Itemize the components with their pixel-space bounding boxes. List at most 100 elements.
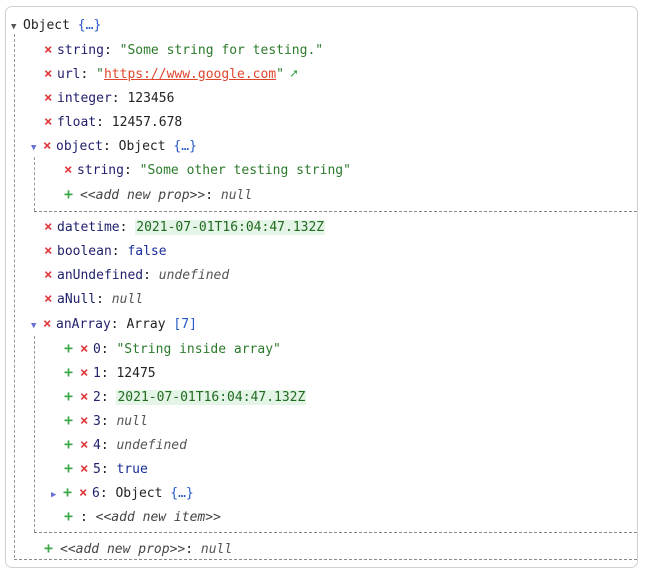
prop-key[interactable]: aNull bbox=[57, 292, 96, 307]
collapse-triangle-icon[interactable]: ▼ bbox=[31, 316, 43, 336]
delete-icon[interactable]: × bbox=[44, 241, 57, 261]
prop-value[interactable]: "Some string for testing." bbox=[120, 43, 324, 58]
prop-value[interactable]: false bbox=[127, 244, 166, 259]
add-icon[interactable]: + bbox=[64, 338, 80, 358]
prop-value[interactable]: undefined bbox=[159, 268, 229, 283]
array-item-row: + × 4: undefined bbox=[64, 434, 187, 455]
delete-icon[interactable]: × bbox=[80, 363, 93, 383]
root-type: Object bbox=[23, 18, 70, 33]
array-item-row: + × 3: null bbox=[64, 410, 148, 431]
add-icon[interactable]: + bbox=[64, 410, 80, 430]
url-link[interactable]: https://www.google.com bbox=[104, 67, 276, 82]
collapse-triangle-icon[interactable]: ▼ bbox=[11, 17, 23, 37]
delete-icon[interactable]: × bbox=[44, 112, 57, 132]
delete-icon[interactable]: × bbox=[80, 339, 93, 359]
delete-icon[interactable]: × bbox=[43, 136, 56, 156]
add-prop-label[interactable]: <<add new prop>> bbox=[60, 542, 185, 557]
delete-icon[interactable]: × bbox=[79, 483, 92, 503]
add-icon[interactable]: + bbox=[64, 184, 80, 204]
object-child-row: × string: "Some other testing string" bbox=[64, 160, 351, 180]
prop-value[interactable]: 2021-07-01T16:04:47.132Z bbox=[135, 220, 326, 235]
add-icon[interactable]: + bbox=[63, 482, 79, 502]
array-index: 1 bbox=[93, 366, 101, 381]
prop-key[interactable]: string bbox=[57, 43, 104, 58]
prop-key[interactable]: integer bbox=[57, 91, 112, 106]
collapse-triangle-icon[interactable]: ▼ bbox=[31, 138, 43, 158]
array-value[interactable]: 2021-07-01T16:04:47.132Z bbox=[116, 390, 307, 405]
delete-icon[interactable]: × bbox=[80, 387, 93, 407]
add-icon[interactable]: + bbox=[64, 362, 80, 382]
prop-type: Array bbox=[126, 317, 166, 332]
root-add-prop-row: + <<add new prop>>: null bbox=[44, 538, 233, 558]
delete-icon[interactable]: × bbox=[44, 265, 57, 285]
delete-icon[interactable]: × bbox=[80, 435, 93, 455]
array-item-row: + × 2: 2021-07-01T16:04:47.132Z bbox=[64, 386, 307, 407]
json-editor-panel: ▼ Object {…} × string: "Some string for te… bbox=[5, 6, 638, 568]
array-item-row: + × 0: "String inside array" bbox=[64, 338, 281, 359]
prop-row-anundefined: × anUndefined: undefined bbox=[44, 265, 230, 285]
delete-icon[interactable]: × bbox=[43, 314, 56, 334]
prop-value[interactable]: 123456 bbox=[127, 91, 174, 106]
array-index: 6 bbox=[92, 486, 100, 501]
array-summary[interactable]: [7] bbox=[173, 317, 196, 332]
add-icon[interactable]: + bbox=[64, 386, 80, 406]
delete-icon[interactable]: × bbox=[80, 411, 93, 431]
root-node: ▼ Object {…} bbox=[11, 16, 101, 36]
array-value[interactable]: true bbox=[116, 462, 147, 477]
delete-icon[interactable]: × bbox=[44, 217, 57, 237]
object-end-line bbox=[34, 211, 637, 212]
prop-key[interactable]: float bbox=[57, 115, 96, 130]
add-icon[interactable]: + bbox=[64, 458, 80, 478]
array-item-type: Object bbox=[115, 486, 163, 501]
array-index: 2 bbox=[93, 390, 101, 405]
add-icon[interactable]: + bbox=[44, 538, 60, 558]
prop-row-boolean: × boolean: false bbox=[44, 241, 167, 261]
array-add-item-row: +: <<add new item>> bbox=[64, 506, 221, 526]
array-index: 3 bbox=[93, 414, 101, 429]
prop-value[interactable]: "Some other testing string" bbox=[140, 163, 351, 178]
object-guide-line bbox=[34, 157, 35, 211]
delete-icon[interactable]: × bbox=[44, 88, 57, 108]
delete-icon[interactable]: × bbox=[64, 160, 77, 180]
add-icon[interactable]: + bbox=[64, 434, 80, 454]
prop-value[interactable]: null bbox=[112, 292, 143, 307]
prop-row-string: × string: "Some string for testing." bbox=[44, 40, 324, 60]
delete-icon[interactable]: × bbox=[44, 289, 57, 309]
prop-key[interactable]: anUndefined bbox=[57, 268, 143, 283]
prop-key[interactable]: url bbox=[57, 67, 80, 82]
prop-key[interactable]: boolean bbox=[57, 244, 112, 259]
delete-icon[interactable]: × bbox=[44, 64, 57, 84]
array-item-row: + × 5: true bbox=[64, 458, 148, 479]
array-item-summary[interactable]: {…} bbox=[170, 486, 193, 501]
delete-icon[interactable]: × bbox=[80, 459, 93, 479]
object-summary[interactable]: {…} bbox=[173, 139, 196, 154]
add-prop-label[interactable]: <<add new prop>> bbox=[80, 188, 205, 203]
array-end-line bbox=[34, 532, 637, 533]
array-value[interactable]: 12475 bbox=[116, 366, 155, 381]
array-index: 5 bbox=[93, 462, 101, 477]
prop-key[interactable]: object bbox=[56, 139, 103, 154]
add-icon[interactable]: + bbox=[64, 506, 80, 526]
array-index: 0 bbox=[93, 342, 101, 357]
external-link-icon[interactable]: ➚ bbox=[290, 67, 298, 82]
prop-row-url: × url: "https://www.google.com" ➚ bbox=[44, 64, 298, 84]
prop-row-integer: × integer: 123456 bbox=[44, 88, 175, 108]
array-value[interactable]: undefined bbox=[116, 438, 186, 453]
add-item-label[interactable]: <<add new item>> bbox=[96, 510, 221, 525]
array-value[interactable]: null bbox=[116, 414, 147, 429]
prop-row-float: × float: 12457.678 bbox=[44, 112, 183, 132]
root-end-line bbox=[14, 559, 637, 560]
array-value[interactable]: "String inside array" bbox=[116, 342, 280, 357]
prop-key[interactable]: datetime bbox=[57, 220, 120, 235]
prop-row-anull: × aNull: null bbox=[44, 289, 144, 309]
delete-icon[interactable]: × bbox=[44, 40, 57, 60]
prop-value[interactable]: 12457.678 bbox=[112, 115, 182, 130]
root-summary[interactable]: {…} bbox=[78, 18, 101, 33]
root-guide-line bbox=[14, 34, 15, 558]
prop-key[interactable]: string bbox=[77, 163, 124, 178]
expand-triangle-icon[interactable]: ▶ bbox=[51, 485, 63, 505]
object-add-prop-row: + <<add new prop>>: null bbox=[64, 184, 253, 204]
prop-key[interactable]: anArray bbox=[56, 317, 111, 332]
array-item-row: ▶ + × 6: Object {…} bbox=[51, 482, 194, 502]
array-guide-line bbox=[34, 336, 35, 532]
